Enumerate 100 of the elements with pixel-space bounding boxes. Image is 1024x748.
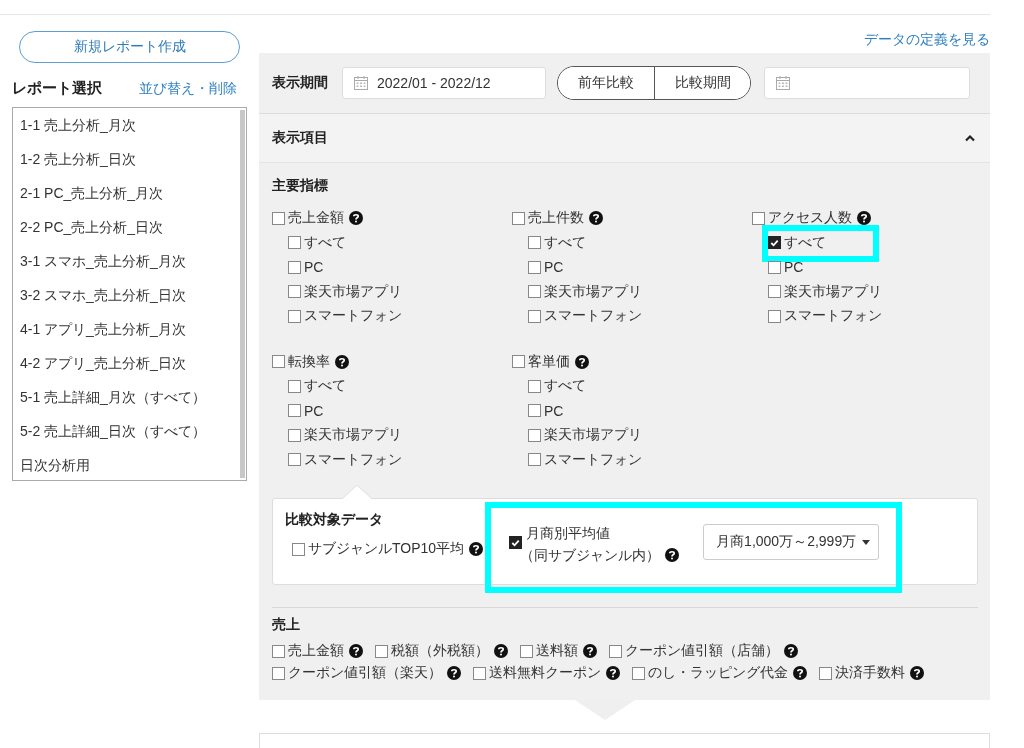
- checkbox[interactable]: [528, 428, 541, 442]
- help-icon[interactable]: [857, 211, 871, 226]
- help-icon[interactable]: [606, 666, 620, 680]
- report-list-item[interactable]: 4-1 アプリ_売上分析_月次: [13, 316, 240, 350]
- report-list-item[interactable]: 2-2 PC_売上分析_日次: [13, 214, 240, 248]
- checkbox[interactable]: [528, 285, 541, 299]
- comparison-title: 比較対象データ: [285, 511, 384, 529]
- metric-option-label: すべて: [784, 233, 826, 252]
- checkbox[interactable]: [375, 644, 388, 658]
- metric-option-label: すべて: [544, 377, 586, 396]
- sales-metric-label: 売上金額: [288, 642, 344, 660]
- help-icon[interactable]: [469, 542, 484, 556]
- checkbox[interactable]: [288, 260, 301, 274]
- main-metrics-title: 主要指標: [272, 177, 329, 195]
- report-list-item[interactable]: 4-2 アプリ_売上分析_日次: [13, 350, 240, 384]
- checkbox[interactable]: [288, 428, 301, 442]
- checkbox[interactable]: [272, 355, 285, 369]
- compare-toggle-button[interactable]: 前年比較: [558, 67, 654, 99]
- metric-option-label: PC: [304, 402, 324, 419]
- sales-metric-label: 送料無料クーポン: [489, 664, 601, 682]
- checkbox[interactable]: [609, 644, 622, 658]
- sales-metric-label: 送料額: [536, 642, 578, 660]
- comparison-label: 月商別平均値: [526, 524, 612, 543]
- help-icon[interactable]: [335, 354, 349, 369]
- checkbox[interactable]: [288, 236, 301, 250]
- help-icon[interactable]: [349, 644, 363, 658]
- report-list-item[interactable]: 日次分析用: [13, 452, 240, 486]
- report-list-item[interactable]: 3-2 スマホ_売上分析_日次: [13, 282, 240, 316]
- checkbox[interactable]: [272, 644, 285, 658]
- metric-label: 売上件数: [528, 209, 584, 228]
- new-report-button[interactable]: 新規レポート作成: [19, 31, 240, 63]
- report-list-item[interactable]: 3-1 スマホ_売上分析_月次: [13, 248, 240, 282]
- help-icon[interactable]: [583, 644, 597, 658]
- help-icon[interactable]: [447, 666, 461, 680]
- checkbox[interactable]: [272, 666, 285, 680]
- report-list-item[interactable]: 1-1 売上分析_月次: [13, 112, 240, 146]
- metric-option-label: PC: [304, 259, 324, 276]
- comparison-label: サブジャンルTOP10平均: [308, 540, 465, 558]
- checkbox[interactable]: [528, 309, 541, 323]
- metric-option-label: 楽天市場アプリ: [304, 282, 402, 301]
- metric-label: 転換率: [288, 352, 330, 371]
- sales-metric-label: 決済手数料: [835, 664, 905, 682]
- checkbox[interactable]: [288, 404, 301, 418]
- help-icon[interactable]: [589, 211, 603, 226]
- help-icon[interactable]: [784, 644, 798, 658]
- help-icon[interactable]: [494, 644, 508, 658]
- checkbox[interactable]: [509, 536, 523, 549]
- checkbox[interactable]: [528, 260, 541, 274]
- checkbox[interactable]: [288, 379, 301, 393]
- checkbox[interactable]: [768, 236, 781, 250]
- date-range-field[interactable]: 2022/01 - 2022/12: [342, 67, 546, 99]
- metric-option-label: スマートフォン: [304, 307, 402, 326]
- metric-option-label: PC: [544, 402, 564, 419]
- checkbox[interactable]: [632, 666, 645, 680]
- checkbox[interactable]: [292, 542, 305, 556]
- compare-toggle-button[interactable]: 比較期間: [654, 67, 750, 99]
- checkbox[interactable]: [288, 285, 301, 299]
- sales-metric-label: のし・ラッピング代金: [648, 664, 788, 682]
- help-icon[interactable]: [575, 354, 589, 369]
- help-icon[interactable]: [349, 211, 363, 226]
- checkbox[interactable]: [512, 355, 525, 369]
- checkbox[interactable]: [272, 211, 285, 225]
- metric-option-label: 楽天市場アプリ: [544, 282, 642, 301]
- checkbox[interactable]: [520, 644, 533, 658]
- help-icon[interactable]: [665, 548, 680, 562]
- compare-date-field[interactable]: [764, 67, 970, 99]
- checkbox[interactable]: [768, 285, 781, 299]
- metric-option-label: すべて: [304, 233, 346, 252]
- metric-option-label: PC: [784, 259, 804, 276]
- checkbox[interactable]: [512, 211, 525, 225]
- sort-delete-link[interactable]: 並び替え・削除: [139, 80, 237, 98]
- revenue-range-dropdown[interactable]: 月商1,000万～2,999万: [703, 524, 880, 560]
- metric-label: 売上金額: [288, 209, 344, 228]
- report-list-item[interactable]: 5-1 売上詳細_月次（すべて）: [13, 384, 240, 418]
- checkbox[interactable]: [768, 309, 781, 323]
- checkbox[interactable]: [528, 404, 541, 418]
- report-list-item[interactable]: 1-2 売上分析_日次: [13, 146, 240, 180]
- report-list-item[interactable]: 2-1 PC_売上分析_月次: [13, 180, 240, 214]
- report-list-item[interactable]: 5-2 売上詳細_日次（すべて）: [13, 418, 240, 452]
- calendar-icon: [353, 75, 369, 91]
- metric-option-label: スマートフォン: [304, 450, 402, 469]
- metric-label: アクセス人数: [768, 209, 852, 228]
- checkbox[interactable]: [528, 379, 541, 393]
- checkbox[interactable]: [528, 453, 541, 467]
- help-icon[interactable]: [910, 666, 924, 680]
- checkbox[interactable]: [473, 666, 486, 680]
- checkbox[interactable]: [752, 211, 765, 225]
- report-select-title: レポート選択: [12, 79, 102, 98]
- display-items-header[interactable]: 表示項目: [259, 114, 990, 163]
- sales-metric-label: クーポン値引額（店舗）: [625, 642, 779, 660]
- metric-option-label: スマートフォン: [544, 307, 642, 326]
- sales-title: 売上: [272, 616, 301, 634]
- scrollbar[interactable]: [240, 110, 245, 478]
- checkbox[interactable]: [288, 309, 301, 323]
- help-icon[interactable]: [793, 666, 807, 680]
- checkbox[interactable]: [819, 666, 832, 680]
- checkbox[interactable]: [288, 453, 301, 467]
- data-definition-link[interactable]: データの定義を見る: [864, 31, 990, 49]
- checkbox[interactable]: [528, 236, 541, 250]
- metric-option-label: 楽天市場アプリ: [544, 426, 642, 445]
